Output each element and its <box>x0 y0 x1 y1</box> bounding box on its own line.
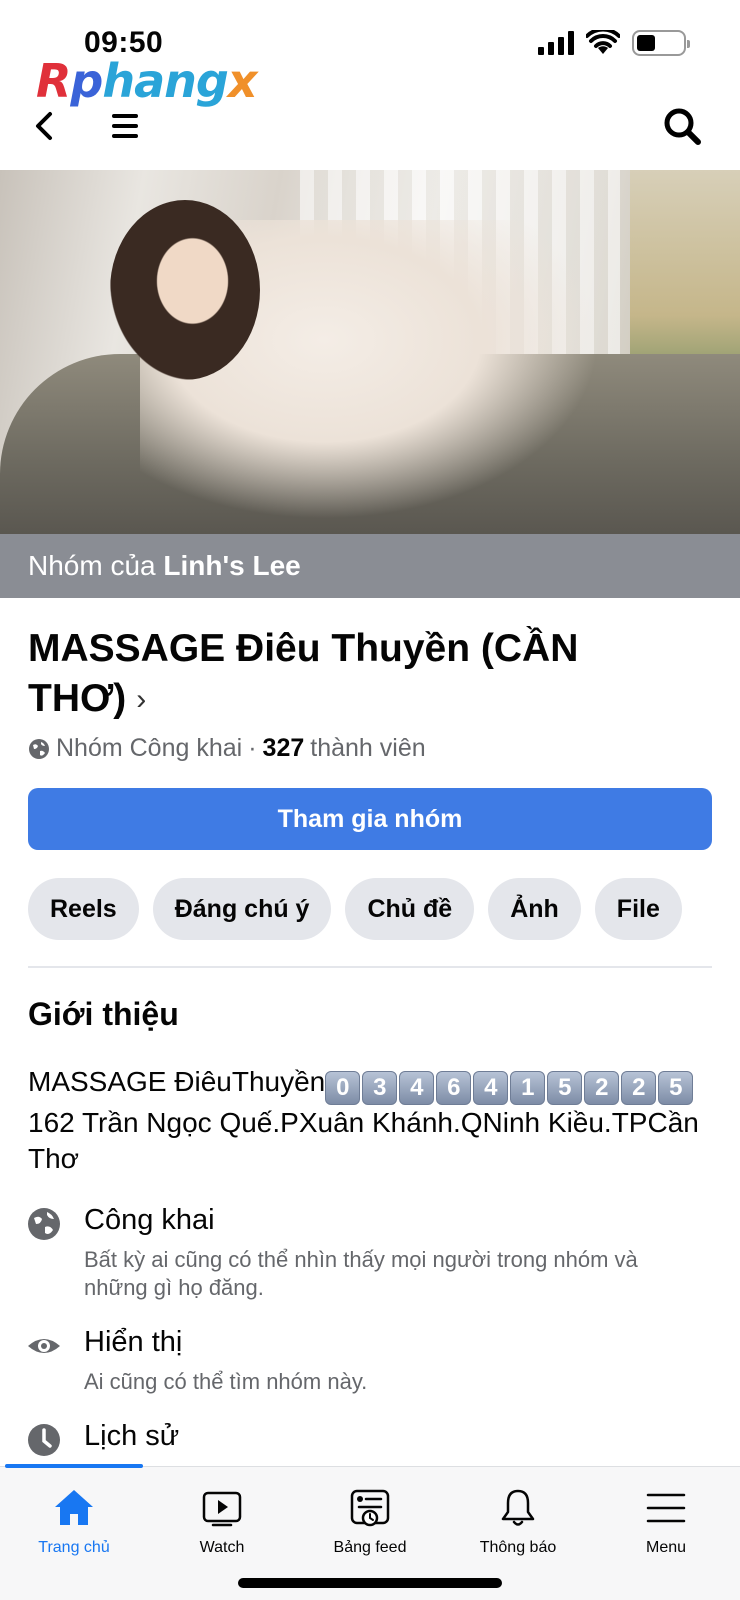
chevron-right-icon: › <box>136 683 147 716</box>
group-title[interactable]: MASSAGE Điêu Thuyền (CẦN THƠ) › <box>28 624 668 725</box>
divider <box>28 966 712 968</box>
tab-home-label: Trang chủ <box>38 1539 110 1556</box>
intro-prefix: MASSAGE ĐiêuThuyền <box>28 1066 326 1097</box>
menu-icon <box>646 1493 686 1523</box>
home-icon <box>55 1490 93 1525</box>
tab-notifications-label: Thông báo <box>479 1539 557 1556</box>
chip-photos[interactable]: Ảnh <box>488 878 581 940</box>
hamburger-menu-icon[interactable] <box>108 106 148 146</box>
chip-featured[interactable]: Đáng chú ý <box>152 878 332 940</box>
phone-digit: 4 <box>399 1071 435 1105</box>
info-row-public: Công khai Bất kỳ ai cũng có thể nhìn thấ… <box>26 1204 716 1300</box>
tab-menu-label: Menu <box>645 1539 687 1556</box>
cellular-signal-icon <box>538 31 574 55</box>
search-icon[interactable] <box>660 104 704 148</box>
tab-feed-label: Bảng feed <box>333 1539 407 1556</box>
clock-icon <box>28 1424 60 1456</box>
tab-feed[interactable]: Bảng feed <box>296 1485 444 1557</box>
intro-address: 162 Trần Ngọc Quế.PXuân Khánh.QNinh Kiều… <box>28 1107 699 1174</box>
phone-digit: 0 <box>325 1071 361 1105</box>
globe-icon <box>28 1208 60 1240</box>
chip-topics[interactable]: Chủ đề <box>345 878 475 940</box>
status-icons <box>538 30 690 56</box>
cover-photo[interactable] <box>0 170 740 534</box>
info-row-visible: Hiển thị Ai cũng có thể tìm nhóm này. <box>26 1326 716 1396</box>
chip-files[interactable]: File <box>594 878 682 940</box>
owner-name[interactable]: Linh's Lee <box>163 550 300 581</box>
tab-watch-label: Watch <box>199 1539 245 1556</box>
tab-menu[interactable]: Menu <box>592 1485 740 1557</box>
phone-digit: 1 <box>510 1071 546 1105</box>
group-owner-label[interactable]: Nhóm của Linh's Lee <box>0 534 740 598</box>
member-count: 327 <box>262 734 305 762</box>
info-visible-title: Hiển thị <box>84 1326 183 1358</box>
phone-digit: 4 <box>473 1071 509 1105</box>
info-public-subtitle: Bất kỳ ai cũng có thể nhìn thấy mọi ngườ… <box>84 1247 638 1300</box>
nav-bar <box>0 96 740 156</box>
join-group-button[interactable]: Tham gia nhóm <box>28 788 712 850</box>
home-indicator[interactable] <box>238 1578 502 1588</box>
tab-watch[interactable]: Watch <box>148 1485 296 1557</box>
phone-digit: 2 <box>621 1071 657 1105</box>
owner-prefix: Nhóm của <box>28 550 156 581</box>
back-icon[interactable] <box>26 106 66 146</box>
battery-icon <box>632 30 690 56</box>
phone-digit: 5 <box>658 1071 694 1105</box>
info-visible-subtitle: Ai cũng có thể tìm nhóm này. <box>84 1369 368 1394</box>
phone-digit: 3 <box>362 1071 398 1105</box>
wifi-icon <box>586 30 620 54</box>
meta-separator: · <box>248 734 257 762</box>
group-meta: Nhóm Công khai · 327 thành viên <box>28 734 426 763</box>
tab-home[interactable]: Trang chủ <box>0 1485 148 1557</box>
active-tab-indicator <box>5 1464 143 1468</box>
about-intro: MASSAGE ĐiêuThuyền 0 3 4 6 4 1 5 2 2 5 162 Trần Ng… <box>28 1064 718 1177</box>
chip-reels[interactable]: Reels <box>28 878 139 940</box>
phone-digit: 6 <box>436 1071 472 1105</box>
tab-notifications[interactable]: Thông báo <box>444 1485 592 1557</box>
member-label: thành viên <box>310 734 426 762</box>
watch-icon <box>202 1491 242 1527</box>
info-history-title: Lịch sử <box>84 1420 180 1452</box>
phone-number: 0346415225 <box>325 1071 694 1105</box>
group-tabs: Reels Đáng chú ý Chủ đề Ảnh File <box>28 878 682 940</box>
info-row-history: Lịch sử <box>26 1420 716 1466</box>
group-title-text: MASSAGE Điêu Thuyền (CẦN THƠ) <box>28 627 579 720</box>
phone-digit: 5 <box>547 1071 583 1105</box>
about-title: Giới thiệu <box>28 996 179 1032</box>
privacy-label: Nhóm Công khai <box>56 734 243 762</box>
bell-icon <box>501 1489 535 1526</box>
eye-icon <box>28 1339 60 1353</box>
globe-icon <box>29 738 49 759</box>
feed-icon <box>350 1489 390 1527</box>
info-public-title: Công khai <box>84 1204 215 1236</box>
phone-digit: 2 <box>584 1071 620 1105</box>
